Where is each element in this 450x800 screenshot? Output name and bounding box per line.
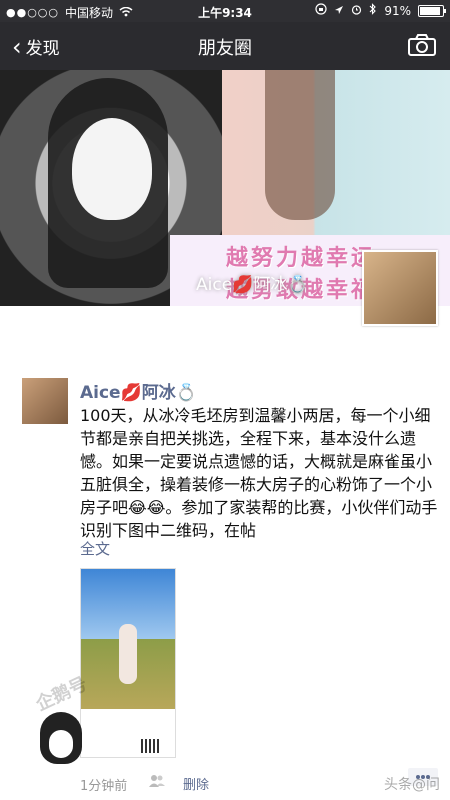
battery-fill (420, 6, 440, 15)
post-content: 100天，从冰冷毛坯房到温馨小两居，每一个小细节都是亲自把关挑选，全程下来，基本… (80, 406, 438, 540)
camera-button[interactable] (408, 34, 436, 56)
status-bar: ●●○○○ 中国移动 上午9:34 91% (0, 0, 450, 22)
penguin-belly (49, 730, 73, 758)
alarm-icon (351, 4, 362, 18)
post-image-person (119, 624, 137, 684)
nav-bar: ‹ 发现 朋友圈 (0, 22, 450, 70)
battery-icon (418, 4, 446, 17)
qr-code (141, 739, 161, 753)
cover-photo-right (222, 70, 450, 240)
delete-button[interactable]: 删除 (183, 774, 209, 793)
profile-avatar[interactable] (362, 250, 438, 326)
visibility-people-icon (148, 774, 166, 792)
battery-percent: 91% (384, 3, 411, 18)
bluetooth-icon (369, 3, 377, 18)
penguin-logo-icon (40, 712, 82, 764)
post-author[interactable]: Aice💋阿冰💍 (80, 378, 197, 403)
status-right: 91% (315, 3, 446, 18)
page-title: 朋友圈 (198, 38, 252, 59)
camera-icon (408, 34, 436, 56)
post-avatar[interactable] (22, 378, 68, 424)
location-icon (334, 4, 344, 18)
post-image[interactable] (80, 568, 176, 758)
orientation-lock-icon (315, 3, 327, 18)
cover-face (72, 118, 152, 220)
brand-watermark: 头条@问 (384, 777, 440, 793)
post-time: 1分钟前 (80, 779, 128, 794)
cover-hair-right (265, 70, 335, 220)
cover-user-name: Aice💋阿冰💍 (196, 275, 309, 295)
full-text-link[interactable]: 全文 (80, 538, 110, 559)
